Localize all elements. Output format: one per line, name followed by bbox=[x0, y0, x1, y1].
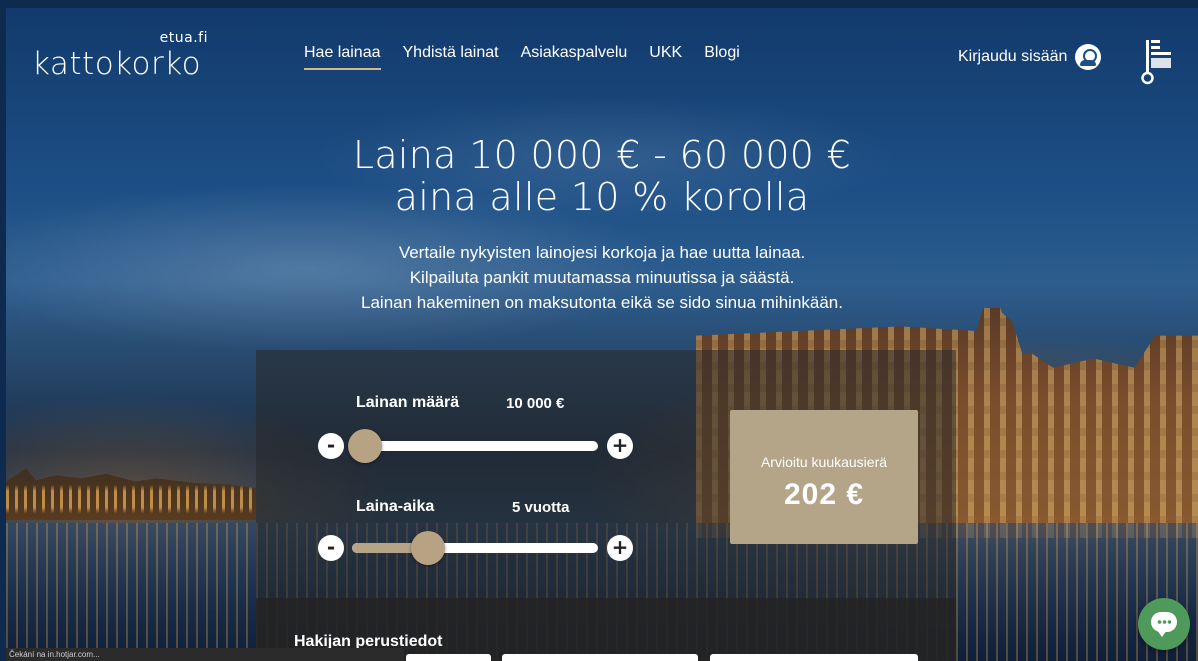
hero-sub-line1: Vertaile nykyisten lainojesi korkoja ja … bbox=[398, 243, 806, 262]
login-link[interactable]: Kirjaudu sisään bbox=[958, 44, 1102, 70]
browser-status-bar: Čekání na in.hotjar.com... bbox=[6, 648, 404, 661]
monthly-payment-value: 202 € bbox=[783, 478, 865, 511]
main-nav: Hae lainaa Yhdistä lainat Asiakaspalvelu… bbox=[304, 44, 762, 70]
monthly-payment-box: Arvioitu kuukausierä 202 € bbox=[730, 410, 918, 544]
term-slider-track[interactable] bbox=[352, 543, 598, 553]
hero-subtitle: Vertaile nykyisten lainojesi korkoja ja … bbox=[6, 240, 1198, 315]
term-value: 5 vuotta bbox=[512, 499, 570, 516]
hero-title-line2: aina alle 10 % korolla bbox=[394, 175, 810, 219]
user-circle-icon bbox=[1075, 44, 1102, 70]
nav-item-blogi[interactable]: Blogi bbox=[704, 44, 740, 70]
nav-item-asiakaspalvelu[interactable]: Asiakaspalvelu bbox=[521, 44, 628, 70]
logo-main: kattokorko bbox=[32, 46, 202, 82]
chat-dots-icon bbox=[1157, 620, 1171, 624]
term-slider-handle[interactable] bbox=[411, 531, 446, 565]
amount-label: Lainan määrä bbox=[356, 394, 460, 411]
applicant-field-2[interactable] bbox=[502, 654, 698, 661]
hero-sub-line3: Lainan hakeminen on maksutonta eikä se s… bbox=[361, 293, 843, 312]
applicant-field-3[interactable] bbox=[710, 654, 918, 661]
key-flag-badge-icon bbox=[1141, 40, 1171, 85]
hero-sub-line2: Kilpailuta pankit muutamassa minuutissa … bbox=[409, 268, 795, 287]
nav-item-yhdista-lainat[interactable]: Yhdistä lainat bbox=[403, 44, 499, 70]
chat-button[interactable] bbox=[1138, 598, 1190, 650]
monthly-payment-label: Arvioitu kuukausierä bbox=[760, 454, 888, 470]
login-label: Kirjaudu sisään bbox=[958, 48, 1068, 65]
amount-minus-button[interactable]: - bbox=[318, 433, 344, 459]
amount-plus-button[interactable]: + bbox=[607, 433, 633, 459]
city-skyline-left bbox=[6, 468, 256, 520]
loan-calculator: Lainan määrä 10 000 € - + Laina-aika 5 v… bbox=[256, 350, 956, 661]
nav-item-ukk[interactable]: UKK bbox=[649, 44, 682, 70]
site-header: etua.fi kattokorko Hae lainaa Yhdistä la… bbox=[6, 8, 1198, 108]
amount-value: 10 000 € bbox=[506, 395, 565, 412]
nav-item-hae-lainaa[interactable]: Hae lainaa bbox=[304, 44, 381, 70]
logo[interactable]: etua.fi kattokorko bbox=[32, 30, 212, 90]
logo-sub: etua.fi bbox=[159, 30, 208, 46]
term-plus-button[interactable]: + bbox=[607, 535, 633, 561]
term-label: Laina-aika bbox=[356, 498, 435, 515]
amount-slider-handle[interactable] bbox=[348, 429, 382, 463]
hero-title: Laina 10 000 € - 60 000 € aina alle 10 %… bbox=[6, 134, 1198, 218]
page-background: etua.fi kattokorko Hae lainaa Yhdistä la… bbox=[6, 8, 1198, 661]
term-minus-button[interactable]: - bbox=[318, 535, 344, 561]
hero-title-line1: Laina 10 000 € - 60 000 € bbox=[352, 133, 852, 177]
applicant-field-1[interactable] bbox=[406, 654, 491, 661]
amount-slider-track[interactable] bbox=[352, 441, 598, 451]
